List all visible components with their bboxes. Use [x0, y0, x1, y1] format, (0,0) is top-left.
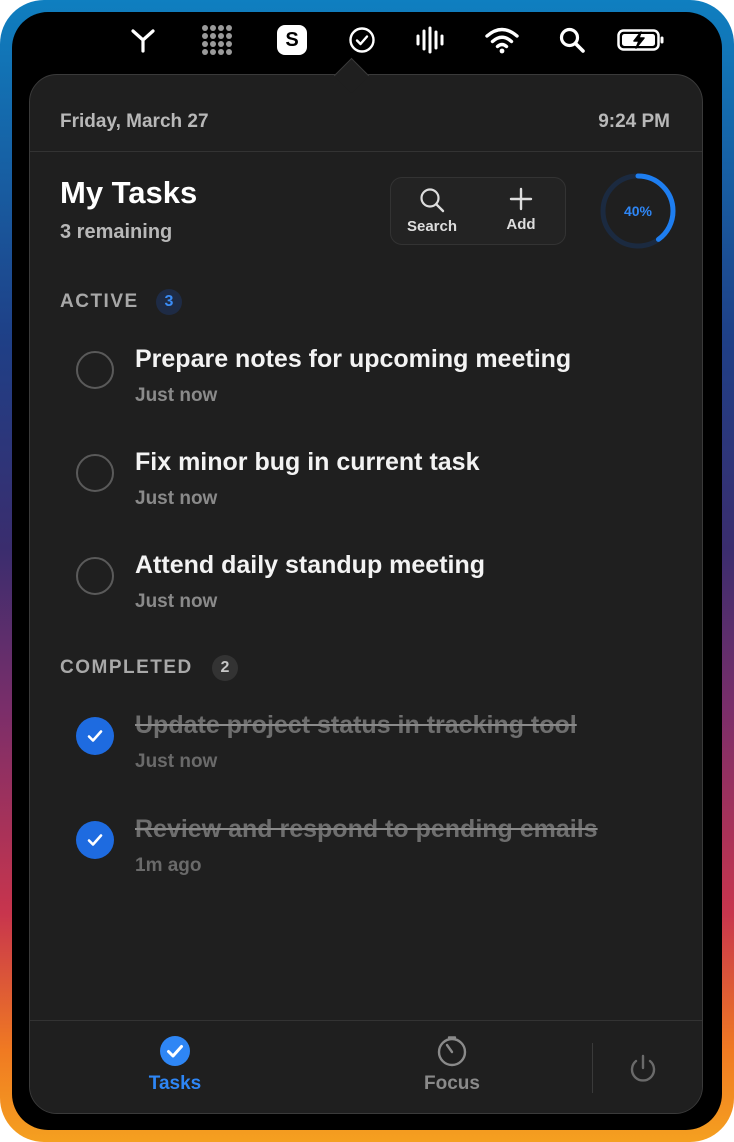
time-label: 9:24 PM: [598, 111, 670, 132]
progress-ring: 40%: [598, 171, 678, 251]
action-group: Search Add: [390, 177, 566, 245]
task-checkbox-checked[interactable]: [76, 717, 114, 755]
remaining-count: 3 remaining: [60, 221, 173, 243]
task-item[interactable]: Attend daily standup meeting Just now: [30, 551, 702, 641]
search-icon: [420, 188, 445, 213]
grid-dots-icon[interactable]: [199, 24, 235, 56]
tab-divider: [592, 1043, 593, 1093]
y-logo-icon[interactable]: [125, 24, 161, 56]
completed-count-badge: 2: [212, 655, 238, 681]
tasks-popover: Friday, March 27 9:24 PM My Tasks 3 rema…: [29, 74, 703, 1114]
tasks-check-icon[interactable]: [344, 24, 380, 56]
add-button[interactable]: Add: [481, 186, 561, 238]
task-title: Fix minor bug in current task: [135, 448, 480, 476]
completed-task-item[interactable]: Review and respond to pending emails 1m …: [30, 815, 702, 905]
active-section-label: ACTIVE: [60, 291, 139, 312]
skype-s-icon[interactable]: S: [274, 24, 310, 56]
checkmark-icon: [87, 834, 103, 846]
search-button[interactable]: Search: [392, 186, 472, 238]
task-item[interactable]: Fix minor bug in current task Just now: [30, 448, 702, 538]
task-item[interactable]: Prepare notes for upcoming meeting Just …: [30, 345, 702, 435]
tab-focus-label: Focus: [424, 1073, 480, 1094]
power-icon[interactable]: [625, 1051, 661, 1087]
task-title: Prepare notes for upcoming meeting: [135, 345, 572, 373]
bottom-tab-bar: Tasks Focus: [30, 1020, 702, 1113]
battery-charging-icon[interactable]: [616, 24, 666, 56]
plus-icon: [509, 187, 533, 211]
completed-task-item[interactable]: Update project status in tracking tool J…: [30, 711, 702, 801]
task-title: Review and respond to pending emails: [135, 815, 598, 843]
window-frame: S Friday, March 27 9:24 PM My Tasks 3 re…: [0, 0, 734, 1142]
tab-focus[interactable]: Focus: [392, 1035, 512, 1105]
add-button-label: Add: [506, 216, 536, 233]
task-time: Just now: [135, 591, 218, 612]
tab-tasks-label: Tasks: [148, 1073, 202, 1094]
timer-icon: [436, 1035, 468, 1067]
task-time: Just now: [135, 751, 218, 772]
page-title: My Tasks: [60, 175, 198, 210]
task-time: Just now: [135, 488, 218, 509]
task-title: Update project status in tracking tool: [135, 711, 577, 739]
task-checkbox-checked[interactable]: [76, 821, 114, 859]
checkmark-icon: [87, 730, 103, 742]
date-label: Friday, March 27: [60, 111, 209, 132]
screen: S Friday, March 27 9:24 PM My Tasks 3 re…: [12, 12, 722, 1130]
search-icon[interactable]: [554, 24, 590, 56]
active-count-badge: 3: [156, 289, 182, 315]
task-time: 1m ago: [135, 855, 202, 876]
task-checkbox[interactable]: [76, 557, 114, 595]
waveform-icon[interactable]: [412, 24, 448, 56]
progress-percent: 40%: [623, 203, 653, 219]
task-checkbox[interactable]: [76, 351, 114, 389]
task-time: Just now: [135, 385, 218, 406]
tab-tasks[interactable]: Tasks: [115, 1035, 235, 1105]
completed-section-label: COMPLETED: [60, 657, 193, 678]
menu-bar: S: [12, 12, 722, 68]
wifi-icon[interactable]: [484, 24, 520, 56]
date-time-header: Friday, March 27 9:24 PM: [30, 75, 702, 152]
skype-letter: S: [277, 25, 307, 55]
tasks-check-icon: [159, 1035, 191, 1067]
task-checkbox[interactable]: [76, 454, 114, 492]
search-button-label: Search: [406, 218, 458, 235]
task-title: Attend daily standup meeting: [135, 551, 486, 579]
